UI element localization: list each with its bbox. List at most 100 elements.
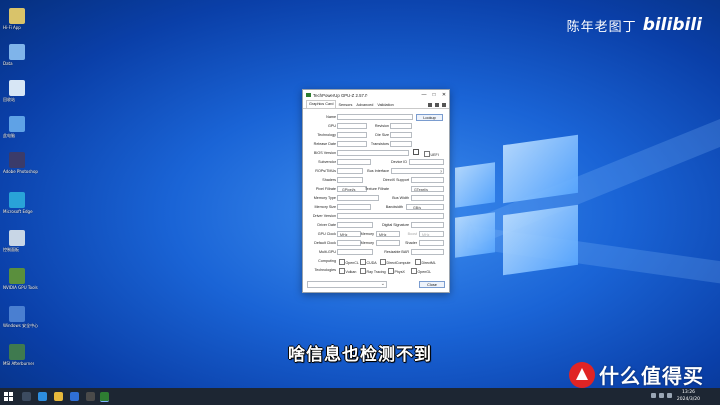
menu-icon[interactable]: [442, 103, 446, 107]
bandwidth-field: GB/s: [406, 204, 444, 210]
desktop-icon[interactable]: 回收站: [3, 80, 31, 102]
tab-sensors[interactable]: Sensors: [336, 102, 354, 108]
clock[interactable]: 13:26 2024/3/20: [677, 389, 700, 403]
minimize-button[interactable]: —: [419, 92, 429, 98]
start-button[interactable]: [4, 392, 14, 402]
watermark-author: 陈年老图丁: [566, 19, 637, 35]
close-button[interactable]: Close: [419, 281, 445, 288]
label-memory-type: Memory Type: [313, 196, 336, 200]
memory-clock-field: MHz: [376, 231, 400, 237]
label-technology: Technology: [317, 133, 336, 137]
label-texture-fillrate: Texture Fillrate: [364, 187, 389, 191]
desktop-icon-label: Hi-Fi App: [3, 25, 21, 30]
default-memory-field: [376, 240, 400, 246]
label-default-memory: Memory: [360, 241, 374, 245]
desktop-icon[interactable]: NVIDIA GPU Tools: [3, 268, 38, 290]
label-bus-width: Bus Width: [392, 196, 409, 200]
brand-watermark: 什么值得买: [569, 360, 704, 388]
gpu-select-dropdown[interactable]: ⌄: [307, 281, 387, 288]
label-multi-gpu: Multi-GPU: [318, 250, 336, 254]
desktop-icon[interactable]: Adobe Photoshop: [3, 152, 38, 174]
label-subvendor: Subvendor: [318, 160, 336, 164]
bios-version-field: [337, 150, 409, 156]
name-field: [337, 114, 413, 120]
opencl-checkbox: OpenCL: [339, 259, 359, 265]
label-shader: Shader: [405, 241, 417, 245]
volume-icon[interactable]: [659, 393, 664, 398]
desktop-app-icon: [9, 230, 25, 246]
digital-signature-field: [411, 222, 444, 228]
desktop-icon[interactable]: Windows 安全中心: [3, 306, 38, 328]
watermark: 陈年老图丁 bilibili: [567, 15, 702, 35]
desktop-icon-label: Adobe Photoshop: [3, 169, 38, 174]
edge-icon[interactable]: [38, 392, 47, 401]
title-bar[interactable]: TechPowerUp GPU-Z 2.57.0 — □ ✕: [303, 90, 449, 100]
settings-icon[interactable]: [86, 392, 95, 401]
label-directx: DirectX Support: [382, 178, 409, 182]
memory-size-field: [337, 204, 371, 210]
gpuz-window[interactable]: TechPowerUp GPU-Z 2.57.0 — □ ✕ Graphics …: [302, 89, 450, 293]
label-gpu: GPU: [328, 124, 336, 128]
pixel-fillrate-field: GPixel/s: [337, 186, 367, 192]
label-memory-clock: Memory: [360, 232, 374, 236]
file-explorer-icon[interactable]: [54, 392, 63, 401]
desktop: Hi-Fi App Data 回收站此电脑 Adobe Photoshop Micros…: [0, 0, 720, 388]
label-bus-interface: Bus Interface: [367, 169, 389, 173]
close-window-button[interactable]: ✕: [439, 92, 449, 98]
maximize-button[interactable]: □: [429, 92, 439, 98]
gpu-field: [337, 123, 367, 129]
language-icon[interactable]: [667, 393, 672, 398]
share-icon[interactable]: [413, 149, 419, 155]
label-default-clock: Default Clock: [314, 241, 336, 245]
bus-interface-field: ?: [391, 168, 444, 174]
desktop-icon[interactable]: Microsoft Edge: [3, 192, 33, 214]
desktop-icon-label: Windows 安全中心: [3, 323, 39, 328]
desktop-icon[interactable]: 此电脑: [3, 116, 31, 138]
lookup-button[interactable]: Lookup: [416, 114, 443, 121]
label-driver-version: Driver Version: [312, 214, 336, 218]
label-boost: Boost: [407, 232, 417, 236]
label-memory-size: Memory Size: [314, 205, 336, 209]
brand-name: 什么值得买: [599, 364, 704, 388]
windows-logo: [455, 120, 655, 290]
label-computing: Computing: [318, 259, 336, 263]
tab-bar: Graphics Card Sensors Advanced Validatio…: [303, 100, 449, 109]
device-id-field: [409, 159, 444, 165]
desktop-icon[interactable]: 控制面板: [3, 230, 31, 252]
default-clock-field: [337, 240, 361, 246]
directml-checkbox: DirectML: [415, 259, 436, 265]
subvendor-field: [337, 159, 371, 165]
store-icon[interactable]: [70, 392, 79, 401]
tab-graphics-card[interactable]: Graphics Card: [306, 100, 337, 108]
desktop-icon-label: 此电脑: [3, 133, 15, 138]
multi-gpu-field: [337, 249, 373, 255]
physx-checkbox: PhysX: [388, 268, 405, 274]
tab-validation[interactable]: Validation: [375, 102, 395, 108]
network-icon[interactable]: [651, 393, 656, 398]
clock-time: 13:26: [681, 390, 695, 395]
vulkan-checkbox: Vulkan: [339, 268, 356, 274]
desktop-icon[interactable]: Hi-Fi App: [3, 8, 31, 30]
uefi-checkbox[interactable]: UEFI: [424, 151, 439, 157]
cuda-checkbox: CUDA: [360, 259, 377, 265]
gpuz-taskbar-icon[interactable]: [100, 392, 109, 402]
camera-icon[interactable]: [428, 103, 432, 107]
directcompute-checkbox: DirectCompute: [380, 259, 410, 265]
desktop-app-icon: [9, 44, 25, 60]
desktop-app-icon: [9, 80, 25, 96]
clock-date: 2024/3/20: [676, 397, 700, 402]
system-tray: [651, 393, 672, 398]
label-digital-signature: Digital Signature: [381, 223, 409, 227]
label-pixel-fillrate: Pixel Fillrate: [315, 187, 336, 191]
ray-tracing-checkbox: Ray Tracing: [360, 268, 386, 274]
desktop-icon-label: 回收站: [3, 97, 15, 102]
search-icon[interactable]: [22, 392, 31, 401]
release-date-field: [337, 141, 367, 147]
label-name: Name: [326, 115, 336, 119]
resizable-bar-field: [411, 249, 444, 255]
label-gpu-clock: GPU Clock: [317, 232, 336, 236]
desktop-icon[interactable]: Data: [3, 44, 31, 66]
desktop-icon-label: Microsoft Edge: [3, 209, 33, 214]
refresh-icon[interactable]: [435, 103, 439, 107]
label-transistors: Transistors: [370, 142, 389, 146]
